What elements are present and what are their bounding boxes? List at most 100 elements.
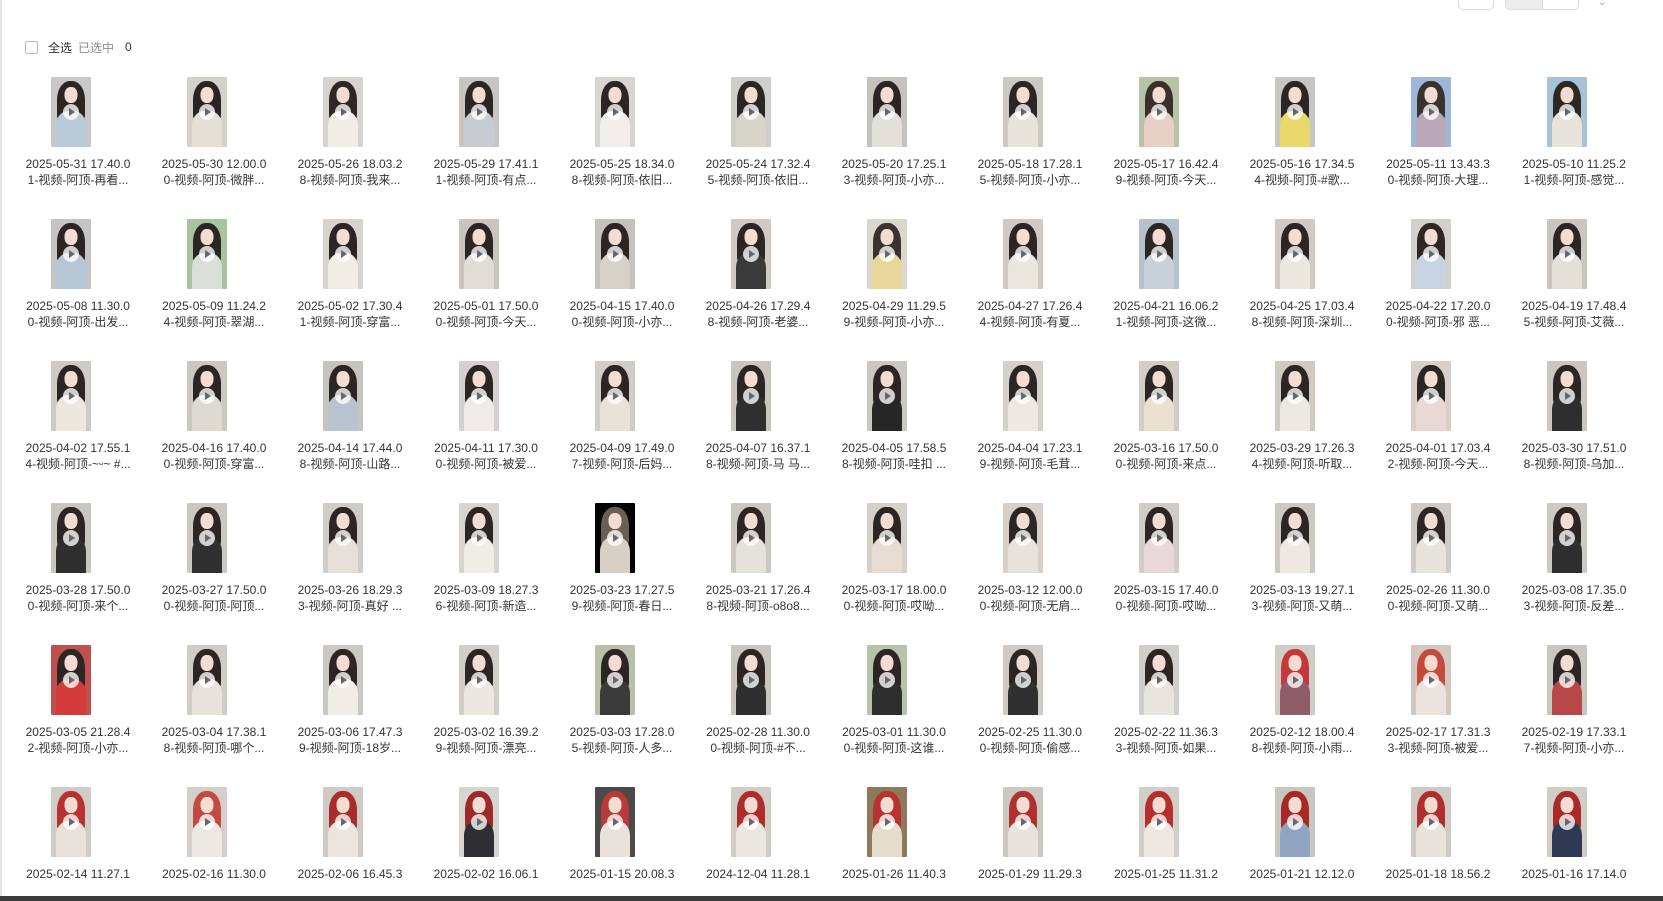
video-file-item[interactable]: 2025-04-02 17.55.1 4-视频-阿顶-~ᵕ~ #...	[5, 361, 141, 503]
video-thumbnail[interactable]	[1139, 645, 1179, 715]
video-file-item[interactable]: 2025-04-07 16.37.1 8-视频-阿顶-马 马...	[685, 361, 821, 503]
view-toggle-list[interactable]	[1541, 0, 1579, 9]
video-file-item[interactable]: 2025-05-16 17.34.5 4-视频-阿顶-#歌...	[1229, 77, 1365, 219]
video-thumbnail[interactable]	[731, 787, 771, 857]
video-thumbnail[interactable]	[187, 503, 227, 573]
video-thumbnail[interactable]	[323, 645, 363, 715]
video-thumbnail[interactable]	[1139, 77, 1179, 147]
video-thumbnail[interactable]	[595, 361, 635, 431]
video-thumbnail[interactable]	[51, 219, 91, 289]
video-file-item[interactable]: 2025-04-19 17.48.4 5-视频-阿顶-艾薇...	[1501, 219, 1637, 361]
video-thumbnail[interactable]	[1003, 361, 1043, 431]
video-thumbnail[interactable]	[187, 645, 227, 715]
video-file-item[interactable]: 2025-02-28 11.30.0 0-视频-阿顶-#不...	[685, 645, 821, 787]
video-thumbnail[interactable]	[1003, 503, 1043, 573]
video-thumbnail[interactable]	[1547, 645, 1587, 715]
video-file-item[interactable]: 2025-05-30 12.00.0 0-视频-阿顶-微胖...	[141, 77, 277, 219]
video-thumbnail[interactable]	[459, 503, 499, 573]
video-file-item[interactable]: 2025-05-25 18.34.0 8-视频-阿顶-依旧...	[549, 77, 685, 219]
video-file-item[interactable]: 2025-01-18 18.56.2	[1365, 787, 1501, 901]
video-file-item[interactable]: 2025-03-12 12.00.0 0-视频-阿顶-无肩...	[957, 503, 1093, 645]
video-thumbnail[interactable]	[1411, 77, 1451, 147]
video-thumbnail[interactable]	[459, 219, 499, 289]
video-file-item[interactable]: 2025-02-14 11.27.1	[5, 787, 141, 901]
video-thumbnail[interactable]	[595, 77, 635, 147]
video-file-item[interactable]: 2025-05-01 17.50.0 0-视频-阿顶-今天...	[413, 219, 549, 361]
toolbar-button[interactable]	[1458, 0, 1494, 10]
video-file-item[interactable]: 2025-04-14 17.44.0 8-视频-阿顶-山路...	[277, 361, 413, 503]
video-thumbnail[interactable]	[323, 77, 363, 147]
video-thumbnail[interactable]	[1275, 219, 1315, 289]
video-file-item[interactable]: 2025-03-16 17.50.0 0-视频-阿顶-来点...	[1093, 361, 1229, 503]
video-thumbnail[interactable]	[1275, 645, 1315, 715]
video-thumbnail[interactable]	[1139, 361, 1179, 431]
video-file-item[interactable]: 2025-05-11 13.43.3 0-视频-阿顶-大理...	[1365, 77, 1501, 219]
video-thumbnail[interactable]	[867, 219, 907, 289]
video-thumbnail[interactable]	[1411, 645, 1451, 715]
video-file-item[interactable]: 2025-03-06 17.47.3 9-视频-阿顶-18岁...	[277, 645, 413, 787]
video-file-item[interactable]: 2025-04-11 17.30.0 0-视频-阿顶-被爱...	[413, 361, 549, 503]
video-file-item[interactable]: 2025-01-26 11.40.3	[821, 787, 957, 901]
video-thumbnail[interactable]	[1275, 787, 1315, 857]
video-thumbnail[interactable]	[51, 503, 91, 573]
video-file-item[interactable]: 2025-02-22 11.36.3 3-视频-阿顶-如果...	[1093, 645, 1229, 787]
video-file-item[interactable]: 2025-04-15 17.40.0 0-视频-阿顶-小亦...	[549, 219, 685, 361]
video-file-item[interactable]: 2025-04-09 17.49.0 7-视频-阿顶-后妈...	[549, 361, 685, 503]
video-thumbnail[interactable]	[1003, 787, 1043, 857]
video-file-item[interactable]: 2025-03-02 16.39.2 9-视频-阿顶-漂亮...	[413, 645, 549, 787]
video-file-item[interactable]: 2025-03-23 17.27.5 9-视频-阿顶-春日...	[549, 503, 685, 645]
video-file-item[interactable]: 2025-01-21 12.12.0	[1229, 787, 1365, 901]
video-thumbnail[interactable]	[595, 645, 635, 715]
video-file-item[interactable]: 2025-03-09 18.27.3 6-视频-阿顶-新造...	[413, 503, 549, 645]
video-thumbnail[interactable]	[731, 361, 771, 431]
select-all-checkbox[interactable]	[25, 40, 38, 54]
video-thumbnail[interactable]	[595, 503, 635, 573]
video-thumbnail[interactable]	[1547, 787, 1587, 857]
video-file-item[interactable]: 2025-03-05 21.28.4 2-视频-阿顶-小亦...	[5, 645, 141, 787]
video-file-item[interactable]: 2025-03-27 17.50.0 0-视频-阿顶-阿顶...	[141, 503, 277, 645]
video-file-item[interactable]: 2025-04-16 17.40.0 0-视频-阿顶-穿富...	[141, 361, 277, 503]
video-file-item[interactable]: 2025-03-04 17.38.1 8-视频-阿顶-哪个...	[141, 645, 277, 787]
video-thumbnail[interactable]	[731, 645, 771, 715]
video-thumbnail[interactable]	[323, 219, 363, 289]
video-file-item[interactable]: 2025-05-17 16.42.4 9-视频-阿顶-今天...	[1093, 77, 1229, 219]
video-thumbnail[interactable]	[1139, 787, 1179, 857]
video-file-item[interactable]: 2025-03-03 17.28.0 5-视频-阿顶-人多...	[549, 645, 685, 787]
video-file-item[interactable]: 2025-03-01 11.30.0 0-视频-阿顶-这谁...	[821, 645, 957, 787]
video-file-item[interactable]: 2025-04-29 11.29.5 9-视频-阿顶-小亦...	[821, 219, 957, 361]
video-thumbnail[interactable]	[1411, 503, 1451, 573]
video-file-item[interactable]: 2024-12-04 11.28.1	[685, 787, 821, 901]
video-thumbnail[interactable]	[187, 787, 227, 857]
video-file-item[interactable]: 2025-05-26 18.03.2 8-视频-阿顶-我来...	[277, 77, 413, 219]
video-thumbnail[interactable]	[187, 77, 227, 147]
video-thumbnail[interactable]	[1275, 77, 1315, 147]
video-file-item[interactable]: 2025-05-18 17.28.1 5-视频-阿顶-小亦...	[957, 77, 1093, 219]
video-thumbnail[interactable]	[187, 219, 227, 289]
video-file-item[interactable]: 2025-04-05 17.58.5 8-视频-阿顶-哇扣 ...	[821, 361, 957, 503]
video-file-item[interactable]: 2025-04-01 17.03.4 2-视频-阿顶-今天...	[1365, 361, 1501, 503]
video-file-item[interactable]: 2025-05-20 17.25.1 3-视频-阿顶-小亦...	[821, 77, 957, 219]
video-file-item[interactable]: 2025-01-15 20.08.3	[549, 787, 685, 901]
view-toggle[interactable]	[1505, 0, 1579, 10]
video-thumbnail[interactable]	[867, 77, 907, 147]
more-icon[interactable]: ⌄	[1598, 0, 1612, 6]
video-file-item[interactable]: 2025-03-15 17.40.0 0-视频-阿顶-哎呦...	[1093, 503, 1229, 645]
video-file-item[interactable]: 2025-02-06 16.45.3	[277, 787, 413, 901]
video-file-item[interactable]: 2025-02-17 17.31.3 3-视频-阿顶-被爱...	[1365, 645, 1501, 787]
video-thumbnail[interactable]	[1139, 219, 1179, 289]
video-file-item[interactable]: 2025-02-26 11.30.0 0-视频-阿顶-又萌...	[1365, 503, 1501, 645]
video-thumbnail[interactable]	[595, 219, 635, 289]
video-file-item[interactable]: 2025-04-27 17.26.4 4-视频-阿顶-有夏...	[957, 219, 1093, 361]
video-thumbnail[interactable]	[1547, 77, 1587, 147]
video-file-item[interactable]: 2025-03-28 17.50.0 0-视频-阿顶-来个...	[5, 503, 141, 645]
video-file-item[interactable]: 2025-03-30 17.51.0 8-视频-阿顶-乌加...	[1501, 361, 1637, 503]
video-file-item[interactable]: 2025-03-29 17.26.3 4-视频-阿顶-听取...	[1229, 361, 1365, 503]
video-file-item[interactable]: 2025-02-25 11.30.0 0-视频-阿顶-偷感...	[957, 645, 1093, 787]
video-thumbnail[interactable]	[459, 361, 499, 431]
video-file-item[interactable]: 2025-02-12 18.00.4 8-视频-阿顶-小雨...	[1229, 645, 1365, 787]
video-file-item[interactable]: 2025-05-29 17.41.1 1-视频-阿顶-有点...	[413, 77, 549, 219]
video-file-item[interactable]: 2025-03-26 18.29.3 3-视频-阿顶-真好 ...	[277, 503, 413, 645]
video-thumbnail[interactable]	[867, 503, 907, 573]
select-all-label[interactable]: 全选	[48, 39, 72, 56]
video-file-item[interactable]: 2025-03-13 19.27.1 3-视频-阿顶-又萌...	[1229, 503, 1365, 645]
